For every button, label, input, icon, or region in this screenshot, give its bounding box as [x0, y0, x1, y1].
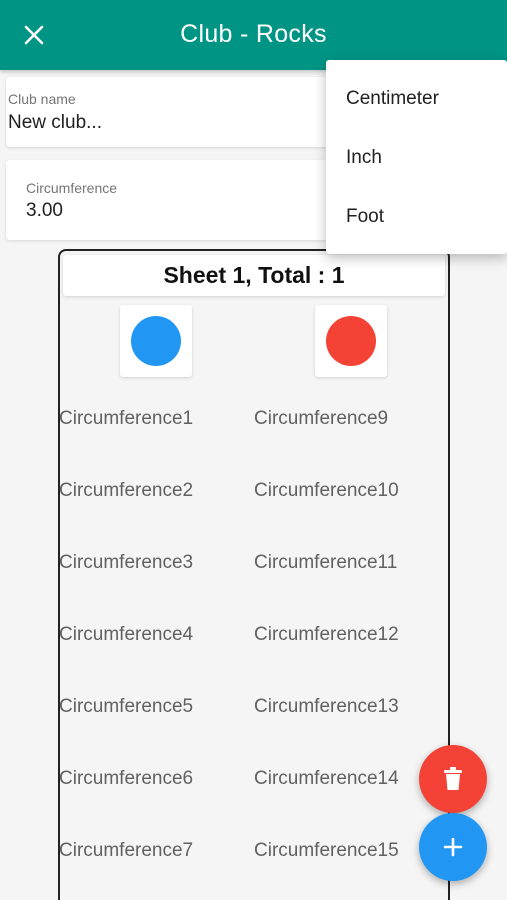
- add-button[interactable]: [419, 813, 487, 881]
- blue-dot-icon: [131, 316, 181, 366]
- circumference-item[interactable]: Circumference3: [59, 552, 193, 574]
- club-name-value: New club...: [8, 112, 102, 133]
- circumference-item[interactable]: Circumference10: [254, 480, 399, 502]
- sheet-container: [58, 249, 450, 900]
- red-dot-icon: [326, 316, 376, 366]
- menu-item-inch[interactable]: Inch: [326, 129, 507, 187]
- circumference-field[interactable]: Circumference 3.00: [6, 160, 346, 240]
- trash-icon: [444, 767, 462, 790]
- delete-button[interactable]: [419, 745, 487, 813]
- circumference-item[interactable]: Circumference14: [254, 768, 399, 790]
- circumference-item[interactable]: Circumference15: [254, 840, 399, 862]
- circumference-item[interactable]: Circumference13: [254, 696, 399, 718]
- circumference-item[interactable]: Circumference1: [59, 408, 193, 430]
- circumference-item[interactable]: Circumference7: [59, 840, 193, 862]
- red-dot-button[interactable]: [315, 305, 387, 377]
- blue-dot-button[interactable]: [120, 305, 192, 377]
- menu-item-centimeter[interactable]: Centimeter: [326, 70, 507, 128]
- circumference-item[interactable]: Circumference12: [254, 624, 399, 646]
- menu-item-foot[interactable]: Foot: [326, 188, 507, 246]
- screen: Club - Rocks Club name New club... Circu…: [0, 0, 507, 900]
- circumference-label: Circumference: [26, 180, 118, 196]
- sheet-title: Sheet 1, Total : 1: [63, 255, 445, 296]
- circumference-item[interactable]: Circumference4: [59, 624, 193, 646]
- circumference-item[interactable]: Circumference6: [59, 768, 193, 790]
- club-name-field[interactable]: Club name New club...: [6, 77, 346, 147]
- circumference-item[interactable]: Circumference11: [254, 552, 397, 574]
- circumference-item[interactable]: Circumference5: [59, 696, 193, 718]
- unit-dropdown-menu: Centimeter Inch Foot: [326, 60, 507, 254]
- circumference-item[interactable]: Circumference9: [254, 408, 388, 430]
- circumference-value: 3.00: [26, 200, 63, 221]
- page-title: Club - Rocks: [180, 20, 327, 48]
- club-name-label: Club name: [8, 91, 76, 107]
- circumference-item[interactable]: Circumference2: [59, 480, 193, 502]
- plus-icon: [443, 837, 463, 857]
